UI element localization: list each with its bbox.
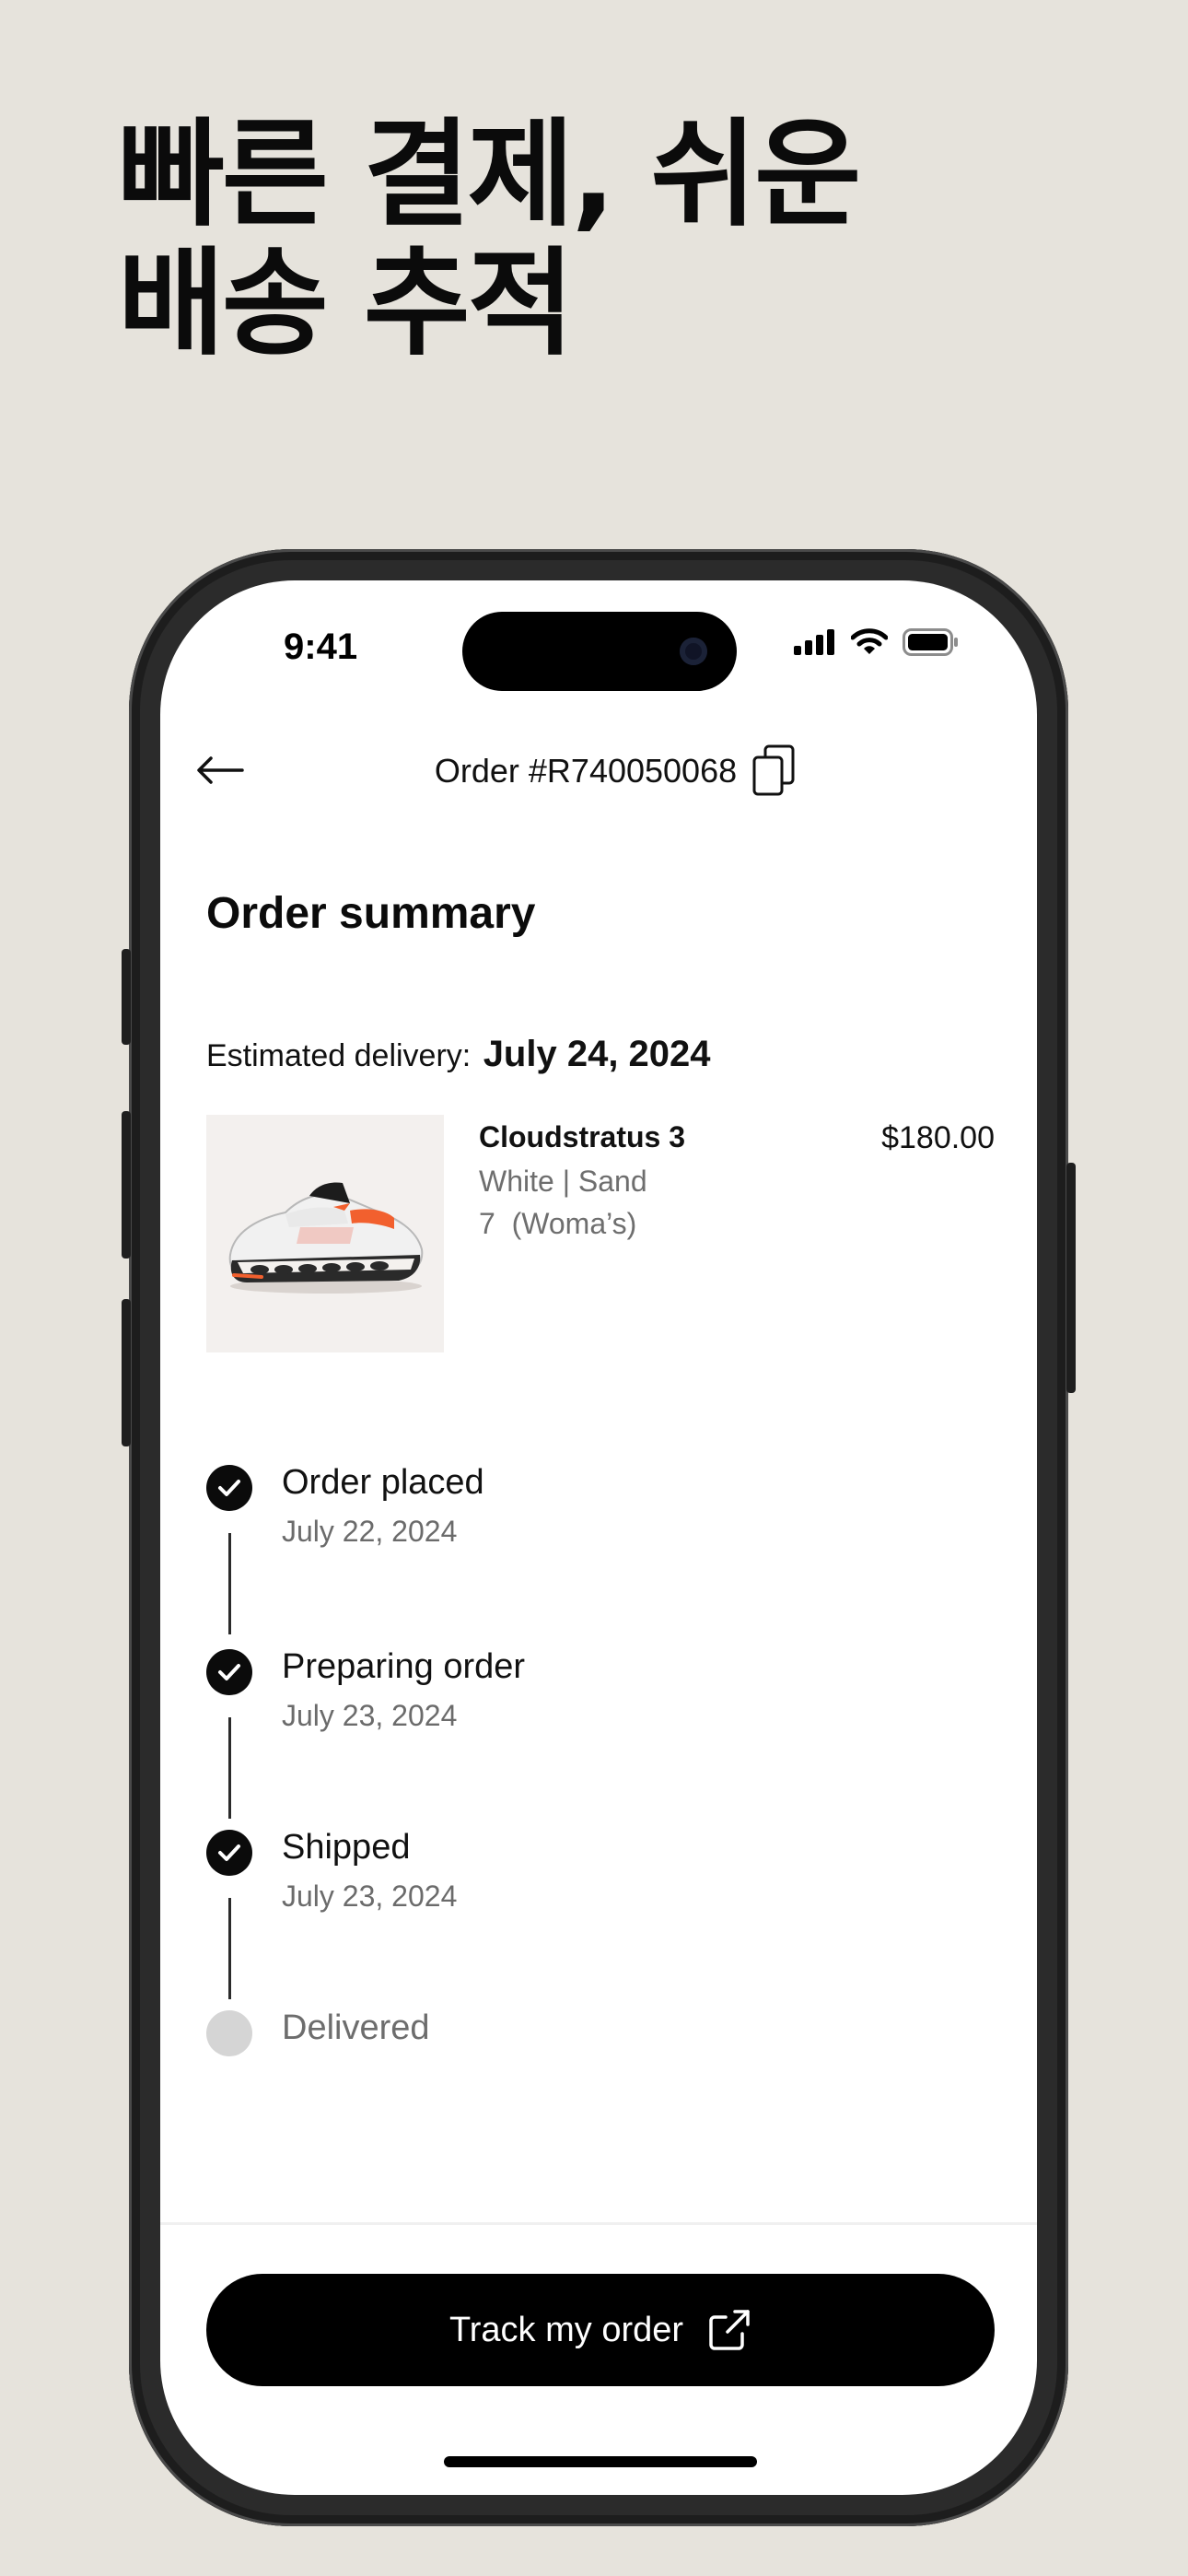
status-icons: [794, 628, 960, 656]
phone-volume-down-button: [122, 1299, 131, 1446]
timeline-connector: [228, 1717, 231, 1819]
front-camera: [680, 638, 707, 665]
step-date: July 22, 2024: [282, 1515, 458, 1548]
navigation-bar: Order #R740050068: [160, 719, 1037, 820]
battery-icon: [903, 628, 958, 656]
timeline-connector: [228, 1898, 231, 1999]
bottom-bar-divider: [160, 2222, 1037, 2225]
headline-line-2: 배송 추적: [118, 236, 575, 371]
track-my-order-label: Track my order: [448, 2310, 684, 2349]
step-date: July 23, 2024: [282, 1879, 458, 1913]
estimated-delivery-label: Estimated delivery:: [206, 1038, 472, 1073]
product-name: Cloudstratus 3: [479, 1120, 686, 1153]
step-title: Delivered: [282, 2008, 430, 2047]
copy-order-number-button[interactable]: [746, 741, 801, 800]
status-bar: 9:41: [160, 580, 1037, 700]
order-number-text: Order #R740050068: [434, 752, 738, 790]
product-image[interactable]: [206, 1115, 444, 1352]
check-icon: [206, 1830, 252, 1876]
wifi-icon: [851, 628, 888, 654]
phone-volume-up-button: [122, 1111, 131, 1259]
timeline-connector: [228, 1533, 231, 1634]
check-icon: [206, 1649, 252, 1695]
step-title: Order placed: [282, 1463, 484, 1502]
headline-line-1: 빠른 결제, 쉬운: [118, 107, 861, 242]
product-price: $180.00: [881, 1120, 995, 1155]
order-summary-heading: Order summary: [206, 889, 536, 938]
step-title: Preparing order: [282, 1647, 526, 1686]
track-my-order-button[interactable]: Track my order: [206, 2274, 995, 2386]
promo-headline: 빠른 결제, 쉬운 배송 추적: [118, 107, 861, 371]
product-variant: White | Sand: [479, 1165, 647, 1198]
phone-power-button: [1066, 1163, 1076, 1393]
phone-silent-switch: [122, 949, 131, 1045]
phone-screen: 9:41 Order #R740050068 Order summary Est…: [160, 580, 1037, 2495]
product-size: 7 (Woma’s): [479, 1207, 637, 1240]
order-number-title: Order #R740050068: [160, 752, 1037, 790]
copy-icon: [752, 744, 795, 796]
status-time: 9:41: [284, 626, 358, 667]
step-title: Shipped: [282, 1828, 411, 1867]
estimated-delivery-date: July 24, 2024: [483, 1034, 711, 1074]
cellular-signal-icon: [794, 629, 834, 655]
pending-status-dot: [206, 2010, 252, 2056]
check-icon: [206, 1465, 252, 1511]
sneaker-image: [228, 1182, 424, 1294]
dynamic-island: [462, 612, 737, 691]
home-indicator[interactable]: [444, 2456, 757, 2467]
step-date: July 23, 2024: [282, 1699, 458, 1732]
estimated-delivery: Estimated delivery: July 24, 2024: [206, 1034, 711, 1075]
external-link-icon: [709, 2310, 750, 2350]
